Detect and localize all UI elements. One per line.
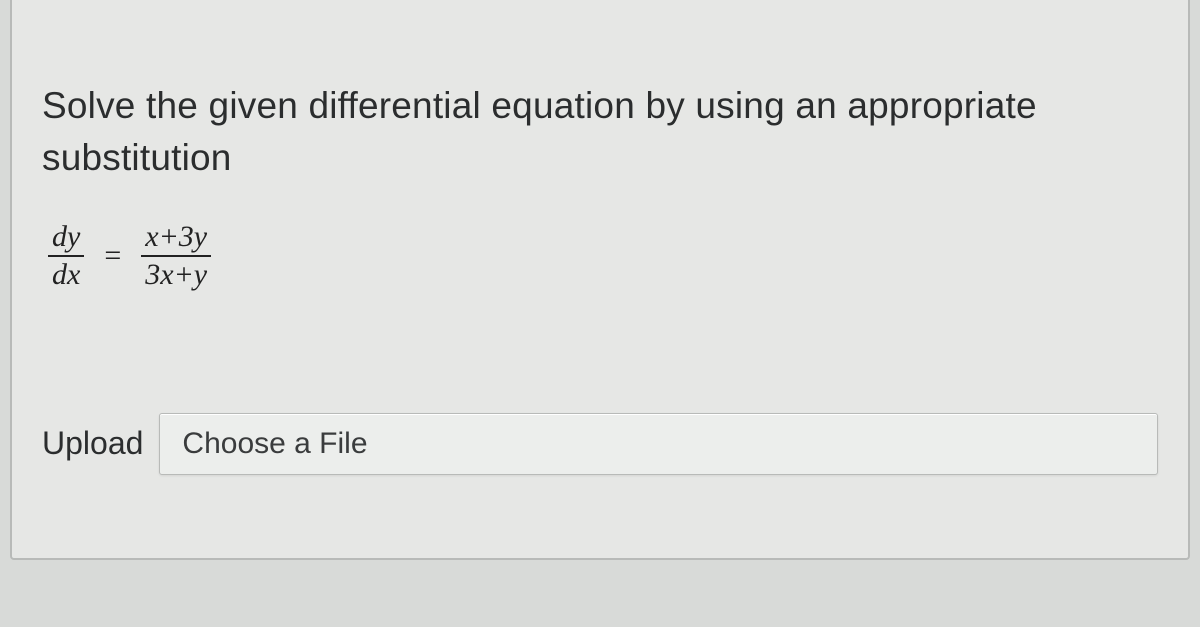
file-upload-input[interactable]: Choose a File [159, 413, 1158, 475]
question-prompt: Solve the given differential equation by… [42, 80, 1158, 184]
file-upload-placeholder: Choose a File [182, 427, 367, 461]
rhs-numerator: x+3y [141, 220, 211, 258]
fraction-rhs: x+3y 3x+y [141, 220, 211, 293]
fraction-lhs: dy dx [48, 220, 84, 293]
upload-row: Upload Choose a File [42, 413, 1158, 475]
equals-sign: = [102, 239, 123, 273]
question-card: Solve the given differential equation by… [10, 0, 1190, 560]
rhs-denominator: 3x+y [141, 257, 211, 293]
lhs-denominator: dx [48, 257, 84, 293]
upload-label: Upload [42, 425, 143, 462]
lhs-numerator: dy [48, 220, 84, 258]
equation: dy dx = x+3y 3x+y [48, 220, 1158, 293]
